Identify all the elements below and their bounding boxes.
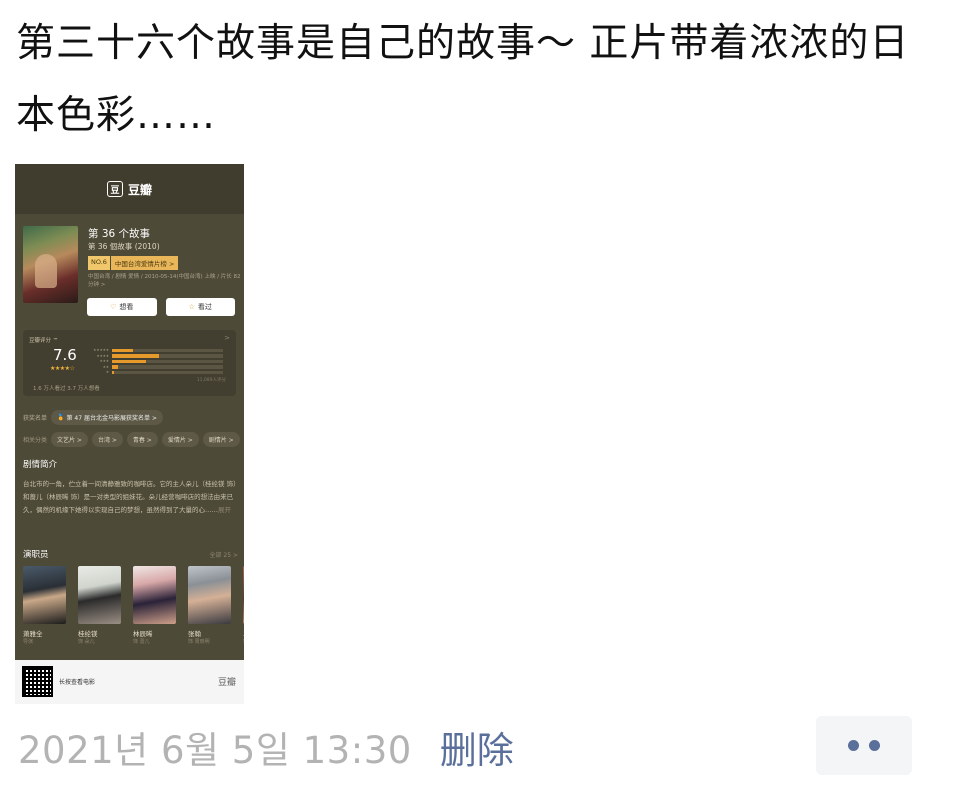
more-dot-icon (848, 740, 859, 751)
movie-poster (23, 226, 78, 303)
dist-stars: ★★★★★ (93, 348, 109, 352)
dist-stars: ★★ (102, 364, 109, 369)
award-text: 第 47 届台北金马影展获奖名单 > (66, 415, 157, 422)
dist-track (112, 359, 223, 364)
actor-name: 萧雅全 (23, 630, 43, 638)
actor-photo (78, 566, 121, 624)
medal-icon: 🏅 (57, 414, 65, 421)
rating-dist-row: ★★★ (93, 359, 223, 364)
actor-name: 马志翔 (243, 628, 244, 638)
actor-role: 饰 周晓明 (188, 639, 210, 645)
rating-distribution: ★★★★★ ★★★★ ★★★ ★★ ★ (93, 348, 223, 376)
cast-member: 马志翔饰 … (243, 566, 244, 645)
movie-summary: 第 36 个故事 第 36 個故事 (2010) NO.6 中国台湾爱情片榜 >… (23, 226, 241, 306)
want-label: 想看 (119, 303, 134, 311)
award-pill: 🏅 第 47 届台北金马影展获奖名单 > (51, 410, 163, 425)
award-row: 获奖名单 🏅 第 47 届台北金马影展获奖名单 > (23, 410, 163, 425)
movie-title: 第 36 个故事 (88, 228, 151, 240)
cast-member: 张翰饰 周晓明 (188, 566, 231, 645)
card-header: 豆 豆瓣 (15, 164, 244, 214)
cast-member: 桂纶镁饰 朵儿 (78, 566, 121, 645)
watch-stats: 1.6 万人看过 3.7 万人想看 (33, 386, 100, 392)
footer-logo: 豆瓣 (217, 678, 236, 688)
dist-bar (112, 370, 115, 375)
dist-stars: ★★★★ (96, 353, 109, 358)
dist-track (112, 365, 223, 369)
cast-member: 萧雅全 导演 (23, 566, 66, 645)
actor-name: 林辰唏 (133, 630, 153, 638)
synopsis-text: 台北市的一角，伫立着一间清静雅致的咖啡店。它的主人朵儿（桂纶镁 饰）和蔷儿（林辰… (23, 478, 237, 517)
category-tag: 爱情片 > (161, 432, 199, 447)
rating-dist-row: ★★★★ (93, 354, 223, 359)
actor-name: 桂纶镁 (78, 630, 98, 638)
cast-title: 演职员 (23, 550, 49, 560)
post-meta: 2021년 6월 5일 13:30 删除 (18, 720, 514, 774)
dist-stars: ★★★ (99, 359, 109, 363)
dist-track (112, 348, 223, 353)
actor-role: 饰 蔷儿 (133, 639, 150, 645)
rating-header: 豆瓣评分 ™ (29, 338, 59, 344)
more-dot-icon (869, 740, 880, 751)
actor-role: 饰 … (243, 638, 244, 645)
synopsis-expand: 展开 (218, 506, 231, 514)
category-tag: 剧情片 > (202, 432, 240, 447)
dist-bar (112, 359, 147, 364)
brand-name: 豆瓣 (127, 182, 152, 197)
actor-role: 导演 (23, 639, 34, 645)
post-timestamp: 2021년 6월 5일 13:30 (18, 729, 412, 772)
action-buttons: ♡ 想看 ☆ 看过 (87, 298, 235, 316)
seen-label: 看过 (197, 303, 212, 311)
more-options-button[interactable] (816, 716, 912, 775)
rating-dist-row: ★★★★★ (93, 348, 223, 353)
actor-name: 张翰 (188, 630, 201, 638)
movie-info: 中国台湾 / 剧情 爱情 / 2010-05-14(中国台湾) 上映 / 片长 … (88, 274, 241, 288)
shared-movie-card[interactable]: 豆 豆瓣 第 36 个故事 第 36 個故事 (2010) NO.6 中国台湾爱… (15, 164, 244, 704)
synopsis-body: 台北市的一角，伫立着一间清静雅致的咖啡店。它的主人朵儿（桂纶镁 饰）和蔷儿（林辰… (23, 480, 237, 514)
qr-code (22, 666, 53, 697)
post-text: 第三十六个故事是自己的故事～ 正片带着浓浓的日本色彩…… (16, 21, 910, 138)
chevron-right-icon: > (224, 334, 230, 342)
heart-icon: ♡ (110, 303, 117, 311)
movie-original-title: 第 36 個故事 (2010) (88, 242, 160, 251)
rating-dist-row: ★★ (93, 365, 223, 370)
rank-number: NO.6 (88, 256, 110, 270)
rank-badge: NO.6 中国台湾爱情片榜 > (88, 256, 179, 270)
rating-stars: ★★★★☆ (50, 365, 75, 372)
award-label: 获奖名单 (23, 415, 48, 422)
dist-track (112, 370, 223, 375)
actor-photo (188, 566, 231, 624)
category-tag: 青春 > (126, 432, 158, 447)
synopsis-title: 剧情简介 (23, 460, 58, 470)
star-icon: ☆ (188, 303, 195, 311)
rating-count: 11,089人评分 (196, 378, 226, 383)
actor-role: 饰 朵儿 (78, 639, 95, 645)
rank-label: 中国台湾爱情片榜 > (110, 256, 179, 270)
douban-logo-icon: 豆 (106, 181, 123, 197)
cast-list: 萧雅全导演桂纶镁饰 朵儿林辰唏饰 蔷儿张翰饰 周晓明马志翔饰 … (23, 566, 244, 645)
footer-text: 长按查看电影 (59, 679, 96, 686)
category-tags: 相关分类 文艺片 > 台湾 > 青春 > 爱情片 > 剧情片 > (23, 432, 244, 447)
category-tag: 文艺片 > (51, 432, 88, 447)
actor-photo (133, 566, 176, 624)
dist-bar (112, 348, 134, 353)
card-footer: 长按查看电影 豆瓣 (15, 660, 244, 704)
category-tag: 台湾 > (91, 432, 123, 447)
rating-dist-row: ★ (93, 370, 223, 375)
rating-panel: 豆瓣评分 ™ > 7.6 ★★★★☆ ★★★★★ ★★★★ ★★★ ★★ ★ 11,08… (23, 330, 236, 396)
tags-label: 相关分类 (23, 437, 48, 444)
want-to-watch-button: ♡ 想看 (87, 298, 157, 316)
dist-bar (112, 365, 118, 369)
cast-all-link: 全部 25 > (209, 552, 238, 559)
actor-photo (23, 566, 66, 624)
delete-link[interactable]: 删除 (440, 720, 514, 774)
dist-track (112, 354, 223, 358)
watched-button: ☆ 看过 (165, 298, 235, 316)
cast-member: 林辰唏饰 蔷儿 (133, 566, 176, 645)
dist-stars: ★ (105, 370, 109, 374)
dist-bar (112, 354, 159, 358)
actor-photo (243, 566, 244, 624)
rating-score: 7.6 (53, 346, 77, 364)
